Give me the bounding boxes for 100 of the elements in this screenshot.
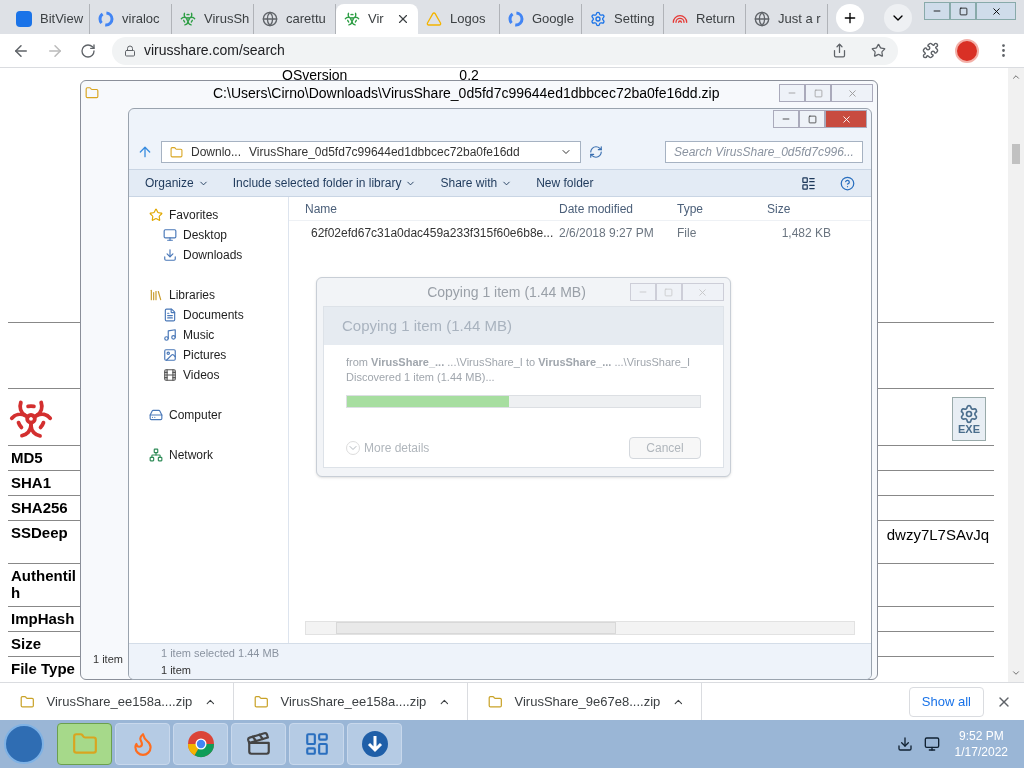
scroll-down-icon[interactable] (1011, 668, 1021, 678)
url-text: virusshare.com/search (144, 41, 285, 60)
view-options-icon[interactable] (801, 175, 816, 191)
film-icon (163, 368, 177, 382)
close-button[interactable] (825, 110, 867, 128)
triangle-icon (426, 11, 442, 27)
tab-search-button[interactable] (884, 4, 912, 32)
download-tray-icon[interactable] (896, 736, 913, 752)
field-label: SSDeep (11, 523, 69, 541)
file-date: 2/6/2018 9:27 PM (558, 225, 655, 242)
tab-title: viraloc (122, 10, 160, 29)
toolbar-button[interactable]: New folder (536, 174, 594, 192)
column-header[interactable]: Name (289, 199, 551, 218)
nav-item[interactable]: Downloads (129, 245, 288, 265)
scrollbar-thumb[interactable] (336, 622, 616, 634)
field-label: MD5 (11, 448, 44, 466)
field-label: OSversion (282, 68, 348, 82)
dialog-title: Copying 1 item (1.44 MB) (426, 282, 586, 302)
toolbar-button[interactable]: Include selected folder in library (232, 174, 417, 192)
download-icon (163, 248, 177, 262)
scroll-up-icon[interactable] (1011, 72, 1021, 82)
close-button[interactable] (976, 2, 1016, 20)
status-text: Discovered 1 item (1.44 MB)... (346, 370, 496, 385)
breadcrumb[interactable]: Downlo... (191, 143, 242, 161)
horizontal-scrollbar[interactable] (305, 621, 855, 635)
restore-icon (958, 6, 968, 16)
profile-avatar[interactable] (955, 38, 979, 63)
nav-item[interactable]: Desktop (129, 225, 288, 245)
file-type: File (676, 225, 698, 242)
close-icon (697, 286, 709, 298)
start-button[interactable] (4, 724, 44, 764)
show-all-button[interactable]: Show all (908, 686, 984, 717)
minimize-button[interactable] (924, 2, 950, 20)
extensions-icon[interactable] (922, 42, 939, 59)
refresh-icon[interactable] (589, 145, 603, 159)
gear-icon (959, 403, 979, 424)
toolbar-button[interactable]: Organize (145, 174, 209, 192)
folder-icon (170, 145, 183, 159)
field-label: Size (11, 634, 42, 652)
lock-icon (124, 44, 136, 57)
folder-icon (71, 731, 98, 757)
nav-item[interactable]: Libraries (129, 285, 288, 305)
nav-item[interactable]: Computer (129, 405, 288, 425)
breadcrumb[interactable]: VirusShare_0d5fd7c99644ed1dbbcec72ba0fe16dd (249, 143, 520, 161)
tab-title: Return (696, 10, 736, 29)
nav-item[interactable]: Music (129, 325, 288, 345)
field-label: SHA256 (11, 498, 69, 516)
close-button[interactable] (831, 84, 873, 102)
nav-item[interactable]: Network (129, 445, 288, 465)
close-icon (846, 87, 858, 99)
zip-folder-icon (488, 693, 503, 710)
column-header[interactable]: Date modified (551, 199, 669, 218)
restore-button[interactable] (950, 2, 976, 20)
field-label: Authentil h (11, 566, 77, 601)
column-header[interactable]: Size (759, 199, 839, 218)
close-icon[interactable] (396, 12, 410, 26)
address-bar[interactable]: virusshare.com/search (112, 36, 898, 65)
reload-icon[interactable] (80, 42, 96, 59)
nav-item[interactable]: Documents (129, 305, 288, 325)
tab-title: Vir (368, 10, 384, 29)
tab-title: Setting (614, 10, 655, 29)
maximize-button[interactable] (799, 110, 825, 128)
biohazard-icon (344, 11, 360, 27)
help-icon[interactable] (840, 175, 855, 191)
column-header[interactable]: Type (669, 199, 759, 218)
minimize-button[interactable] (773, 110, 799, 128)
file-name: VirusShare_ee158a....zip (46, 692, 193, 711)
file-row[interactable]: 62f02efd67c31a0dac459a233f315f60e6b8e... 2/6/2018 9:27 PM File 1,482 KB (289, 221, 871, 245)
share-icon[interactable] (832, 43, 847, 58)
music-icon (163, 328, 177, 342)
close-icon (990, 5, 1002, 17)
file-name: VirusShare_9e67e8....zip (514, 692, 661, 711)
maximize-button[interactable] (805, 84, 831, 102)
star-icon (149, 208, 163, 222)
bookmark-star-icon[interactable] (871, 43, 886, 58)
new-tab-button[interactable] (836, 4, 864, 32)
film-reel-icon (245, 731, 272, 757)
nav-item[interactable]: Pictures (129, 345, 288, 365)
library-icon (149, 288, 163, 302)
zip-folder-icon (254, 693, 269, 710)
nav-item[interactable]: Videos (129, 365, 288, 385)
field-label: SHA1 (11, 473, 52, 491)
network-tray-icon[interactable] (923, 736, 940, 752)
globe-icon (754, 11, 770, 27)
picture-icon (163, 348, 177, 362)
field-value: 0.2 (459, 68, 479, 82)
nav-item[interactable]: Favorites (129, 205, 288, 225)
tab-title: Logos (450, 10, 486, 29)
address-field[interactable]: Downlo... VirusShare_0d5fd7c99644ed1dbbcec72ba0fe16dd (161, 141, 581, 163)
minimize-button[interactable] (779, 84, 805, 102)
status-text: 1 item (161, 662, 192, 678)
file-type-label: EXE (958, 423, 980, 435)
plus-icon (842, 10, 858, 26)
scrollbar[interactable] (1008, 68, 1024, 682)
biohazard-icon (180, 11, 196, 27)
toolbar-button[interactable]: Share with (440, 174, 513, 192)
field-value: dwzy7L7SAvJq (886, 525, 989, 545)
scrollbar-thumb[interactable] (1012, 144, 1020, 164)
browser-tab[interactable]: Vir (336, 4, 418, 34)
field-label: File Type (11, 659, 76, 677)
